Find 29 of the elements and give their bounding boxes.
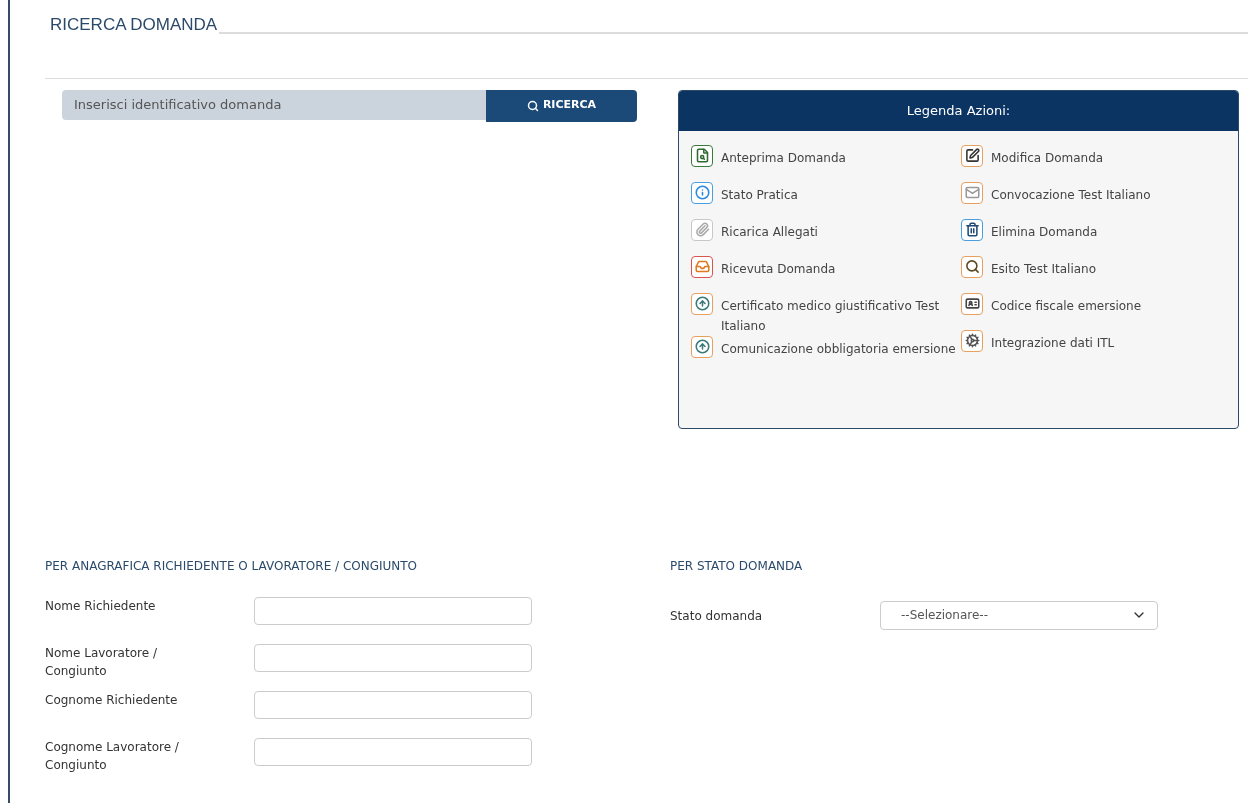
legend-label: Anteprima Domanda: [721, 149, 846, 167]
field-label: Nome Lavoratore / Congiunto: [45, 644, 158, 680]
section-heading: PER STATO DOMANDA: [670, 557, 804, 575]
legend-label: Modifica Domanda: [991, 149, 1104, 167]
legend-label: Codice fiscale emersione: [991, 297, 1142, 315]
section-heading: PER ANAGRAFICA RICHIEDENTE O LAVORATORE / CONGIUNTO: [45, 557, 419, 575]
field-label: Nome Richiedente: [45, 597, 157, 615]
legend-label: Integrazione dati ITL: [991, 334, 1115, 352]
field-label: Cognome Richiedente: [45, 691, 179, 709]
text-field[interactable]: [254, 690, 532, 719]
field-label: Cognome Lavoratore / Congiunto: [45, 738, 180, 774]
search-button[interactable]: RICERCA: [486, 89, 637, 122]
legend-label: Esito Test Italiano: [991, 260, 1097, 278]
legend-title: Legenda Azioni:: [679, 90, 1238, 131]
legend-label: Certificato medico giustificativo Test Italiano: [721, 297, 941, 335]
legend-label: Stato Pratica: [721, 186, 798, 204]
text-field[interactable]: [254, 737, 532, 766]
search-field[interactable]: Inserisci identificativo domanda: [62, 89, 486, 120]
status-select[interactable]: --Selezionare--: [880, 600, 1158, 630]
page-title: RICERCA DOMANDA: [50, 14, 218, 36]
text-field[interactable]: [254, 596, 532, 625]
legend-label: Ricarica Allegati: [721, 223, 818, 241]
text-field[interactable]: [254, 643, 532, 672]
field-label: Stato domanda: [670, 607, 764, 625]
legend-label: Comunicazione obbligatoria emersione: [721, 340, 956, 358]
search-icon: [526, 99, 539, 112]
legend-label: Ricevuta Domanda: [721, 260, 836, 278]
legend-label: Elimina Domanda: [991, 223, 1098, 241]
legend-label: Convocazione Test Italiano: [991, 186, 1151, 204]
